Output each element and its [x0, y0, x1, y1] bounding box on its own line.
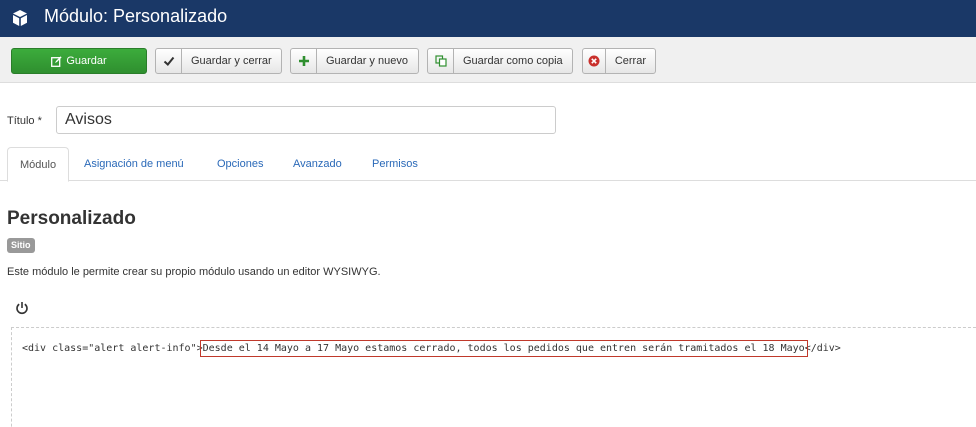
copy-icon	[428, 49, 454, 73]
title-input[interactable]	[56, 106, 556, 134]
page-header: Módulo: Personalizado	[0, 0, 976, 37]
save-button[interactable]: Guardar	[11, 48, 147, 74]
toolbar: Guardar Guardar y cerrar Guardar y nuevo…	[0, 37, 976, 83]
close-circle-icon	[583, 49, 606, 73]
power-icon[interactable]	[14, 300, 30, 316]
site-badge: Sitio	[7, 238, 35, 253]
title-label: Título *	[7, 115, 42, 127]
tab-opciones[interactable]: Opciones	[205, 147, 275, 181]
save-close-button[interactable]: Guardar y cerrar	[155, 48, 282, 74]
tab-avanzado[interactable]: Avanzado	[281, 147, 354, 181]
save-copy-button[interactable]: Guardar como copia	[427, 48, 573, 74]
module-description: Este módulo le permite crear su propio m…	[7, 266, 381, 278]
tab-permisos[interactable]: Permisos	[360, 147, 430, 181]
tab-asignacion-menu[interactable]: Asignación de menú	[72, 147, 196, 181]
module-type-heading: Personalizado	[7, 208, 136, 229]
edit-icon	[51, 49, 62, 73]
code-open-tag: <div class="alert alert-info">	[22, 343, 203, 354]
tab-modulo[interactable]: Módulo	[7, 147, 70, 182]
close-button[interactable]: Cerrar	[582, 48, 656, 74]
page-title: Módulo: Personalizado	[44, 6, 228, 26]
code-line: <div class="alert alert-info">Desde el 1…	[22, 340, 841, 357]
code-editor[interactable]: <div class="alert alert-info">Desde el 1…	[11, 327, 976, 427]
plus-icon	[291, 49, 317, 73]
code-close-tag: </div>	[804, 343, 841, 354]
check-icon	[156, 49, 182, 73]
save-new-button[interactable]: Guardar y nuevo	[290, 48, 419, 74]
selected-text: Desde el 14 Mayo a 17 Mayo estamos cerra…	[199, 340, 808, 357]
cube-icon	[13, 10, 27, 26]
tab-bar: Módulo Asignación de menú Opciones Avanz…	[0, 147, 976, 182]
